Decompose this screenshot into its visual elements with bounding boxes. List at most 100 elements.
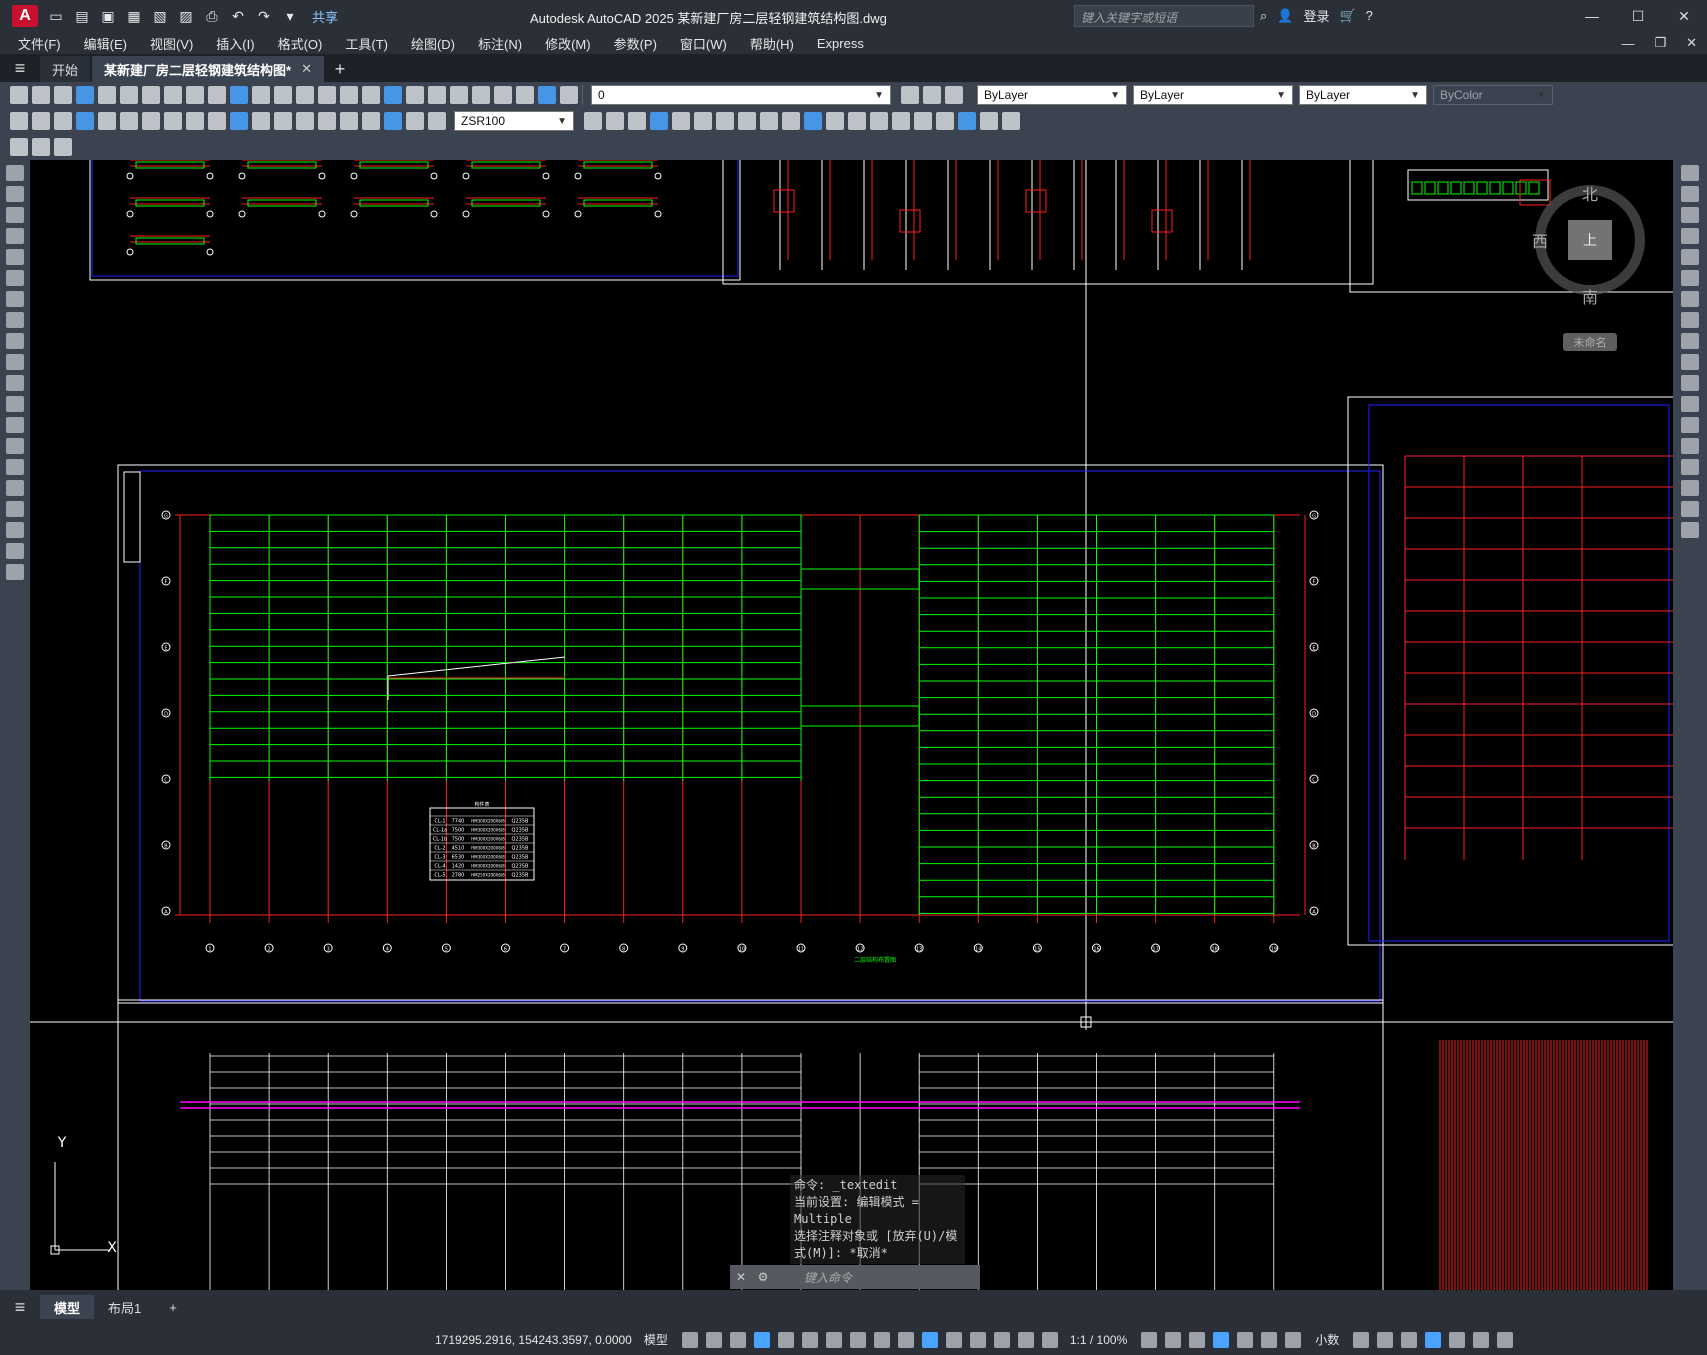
modify-tool-icon[interactable] — [672, 112, 690, 130]
viewcube-top-label[interactable]: 上 — [1583, 233, 1597, 249]
draw-tool-icon[interactable] — [6, 459, 24, 475]
draw-tool-icon[interactable] — [6, 522, 24, 538]
modify-tool-icon[interactable] — [1002, 112, 1020, 130]
draw-tool-icon[interactable] — [6, 165, 24, 181]
status-toggle-icon[interactable] — [1041, 1331, 1058, 1348]
dimension-tool-icon[interactable] — [208, 112, 226, 130]
toolbar-icon[interactable] — [54, 86, 72, 104]
status-toggle-icon[interactable] — [1285, 1331, 1302, 1348]
toolbar-icon[interactable] — [54, 138, 72, 156]
modify-tool-icon[interactable] — [738, 112, 756, 130]
status-toggle-icon[interactable] — [1237, 1331, 1254, 1348]
tab-start[interactable]: 开始 — [40, 56, 91, 82]
cart-icon[interactable]: 🛒 — [1339, 8, 1355, 24]
modify-tool-icon[interactable] — [1681, 459, 1699, 475]
dimension-tool-icon[interactable] — [384, 112, 402, 130]
modify-tool-icon[interactable] — [914, 112, 932, 130]
draw-tool-icon[interactable] — [6, 270, 24, 286]
open-folder-icon[interactable]: ▤ — [72, 6, 92, 26]
tab-model[interactable]: 模型 — [40, 1295, 95, 1319]
modify-tool-icon[interactable] — [936, 112, 954, 130]
status-toggle-icon[interactable] — [945, 1331, 962, 1348]
menu-item[interactable]: 标注(N) — [478, 34, 522, 53]
hamburger-menu-icon[interactable]: ≡ — [0, 54, 40, 82]
modify-tool-icon[interactable] — [1681, 165, 1699, 181]
app-logo[interactable]: A — [12, 5, 38, 27]
dimension-tool-icon[interactable] — [428, 112, 446, 130]
minimize-icon[interactable]: — — [1569, 0, 1615, 32]
toolbar-icon[interactable] — [494, 86, 512, 104]
modify-tool-icon[interactable] — [1681, 501, 1699, 517]
status-toggle-icon[interactable] — [777, 1331, 794, 1348]
status-toggle-icon[interactable] — [801, 1331, 818, 1348]
modify-tool-icon[interactable] — [826, 112, 844, 130]
dimension-tool-icon[interactable] — [318, 112, 336, 130]
customize-dropdown-icon[interactable]: ▾ — [280, 6, 300, 26]
undo-icon[interactable]: ↶ — [228, 6, 248, 26]
modify-tool-icon[interactable] — [1681, 291, 1699, 307]
compass-north[interactable]: 北 — [1582, 185, 1598, 204]
dimension-tool-icon[interactable] — [142, 112, 160, 130]
menu-item[interactable]: 工具(T) — [345, 34, 388, 53]
toolbar-icon[interactable] — [428, 86, 446, 104]
units-dropdown[interactable]: 小数 — [1315, 1331, 1339, 1348]
status-toggle-icon[interactable] — [1165, 1331, 1182, 1348]
toolbar-icon[interactable] — [98, 86, 116, 104]
drawing-canvas[interactable]: 1 2 3 4 5 6 7 8 9 10 11 12 13 14 15 16 17 18 19 G G F F E E D D C C B… — [30, 160, 1673, 1290]
layer-tool-icon[interactable] — [901, 86, 919, 104]
doc-close-icon[interactable]: ✕ — [1686, 35, 1697, 51]
status-toggle-icon[interactable] — [1497, 1331, 1514, 1348]
modify-tool-icon[interactable] — [1681, 312, 1699, 328]
ucs-dropdown[interactable]: 未命名 — [1563, 333, 1617, 351]
draw-tool-icon[interactable] — [6, 333, 24, 349]
toolbar-icon[interactable] — [472, 86, 490, 104]
doc-minimize-icon[interactable]: — — [1621, 36, 1634, 51]
color-dropdown[interactable]: ByLayer ▼ — [977, 85, 1127, 105]
menu-item[interactable]: 编辑(E) — [84, 34, 127, 53]
modify-tool-icon[interactable] — [1681, 396, 1699, 412]
modify-tool-icon[interactable] — [804, 112, 822, 130]
dimension-tool-icon[interactable] — [98, 112, 116, 130]
dimension-tool-icon[interactable] — [186, 112, 204, 130]
toolbar-icon[interactable] — [384, 86, 402, 104]
draw-tool-icon[interactable] — [6, 564, 24, 580]
status-toggle-icon[interactable] — [849, 1331, 866, 1348]
menu-item[interactable]: 格式(O) — [278, 34, 323, 53]
compass-west[interactable]: 西 — [1532, 232, 1548, 251]
draw-tool-icon[interactable] — [6, 186, 24, 202]
status-toggle-icon[interactable] — [681, 1331, 698, 1348]
toolbar-icon[interactable] — [32, 138, 50, 156]
toolbar-icon[interactable] — [296, 86, 314, 104]
viewcube[interactable]: 北 南 西 上 — [1530, 175, 1650, 305]
toolbar-icon[interactable] — [186, 86, 204, 104]
dimension-tool-icon[interactable] — [274, 112, 292, 130]
status-toggle-icon[interactable] — [921, 1331, 938, 1348]
toolbar-icon[interactable] — [274, 86, 292, 104]
layer-dropdown[interactable]: 0 ▼ — [591, 85, 891, 105]
close-icon[interactable]: ✕ — [1661, 0, 1707, 32]
draw-tool-icon[interactable] — [6, 480, 24, 496]
plotstyle-dropdown[interactable]: ByColor ▼ — [1433, 85, 1553, 105]
status-toggle-icon[interactable] — [1449, 1331, 1466, 1348]
status-toggle-icon[interactable] — [1213, 1331, 1230, 1348]
help-icon[interactable]: ? — [1366, 8, 1373, 23]
modify-tool-icon[interactable] — [782, 112, 800, 130]
layer-tool-icon[interactable] — [945, 86, 963, 104]
draw-tool-icon[interactable] — [6, 291, 24, 307]
login-button[interactable]: 登录 — [1303, 6, 1329, 25]
dimension-tool-icon[interactable] — [340, 112, 358, 130]
status-toggle-icon[interactable] — [1353, 1331, 1370, 1348]
modify-tool-icon[interactable] — [694, 112, 712, 130]
menu-item[interactable]: 参数(P) — [614, 34, 657, 53]
drawing-svg[interactable]: 1 2 3 4 5 6 7 8 9 10 11 12 13 14 15 16 17 18 19G GF FE ED DC CB… — [30, 160, 1673, 1290]
modify-tool-icon[interactable] — [1681, 375, 1699, 391]
toolbar-icon[interactable] — [252, 86, 270, 104]
status-toggle-icon[interactable] — [897, 1331, 914, 1348]
dimstyle-dropdown[interactable]: ZSR100 ▼ — [454, 111, 574, 131]
draw-tool-icon[interactable] — [6, 207, 24, 223]
dimension-tool-icon[interactable] — [164, 112, 182, 130]
wrench-icon[interactable]: ⚙ — [752, 1270, 774, 1284]
draw-tool-icon[interactable] — [6, 249, 24, 265]
status-toggle-icon[interactable] — [705, 1331, 722, 1348]
annotation-scale[interactable]: 1:1 / 100% — [1070, 1333, 1127, 1347]
